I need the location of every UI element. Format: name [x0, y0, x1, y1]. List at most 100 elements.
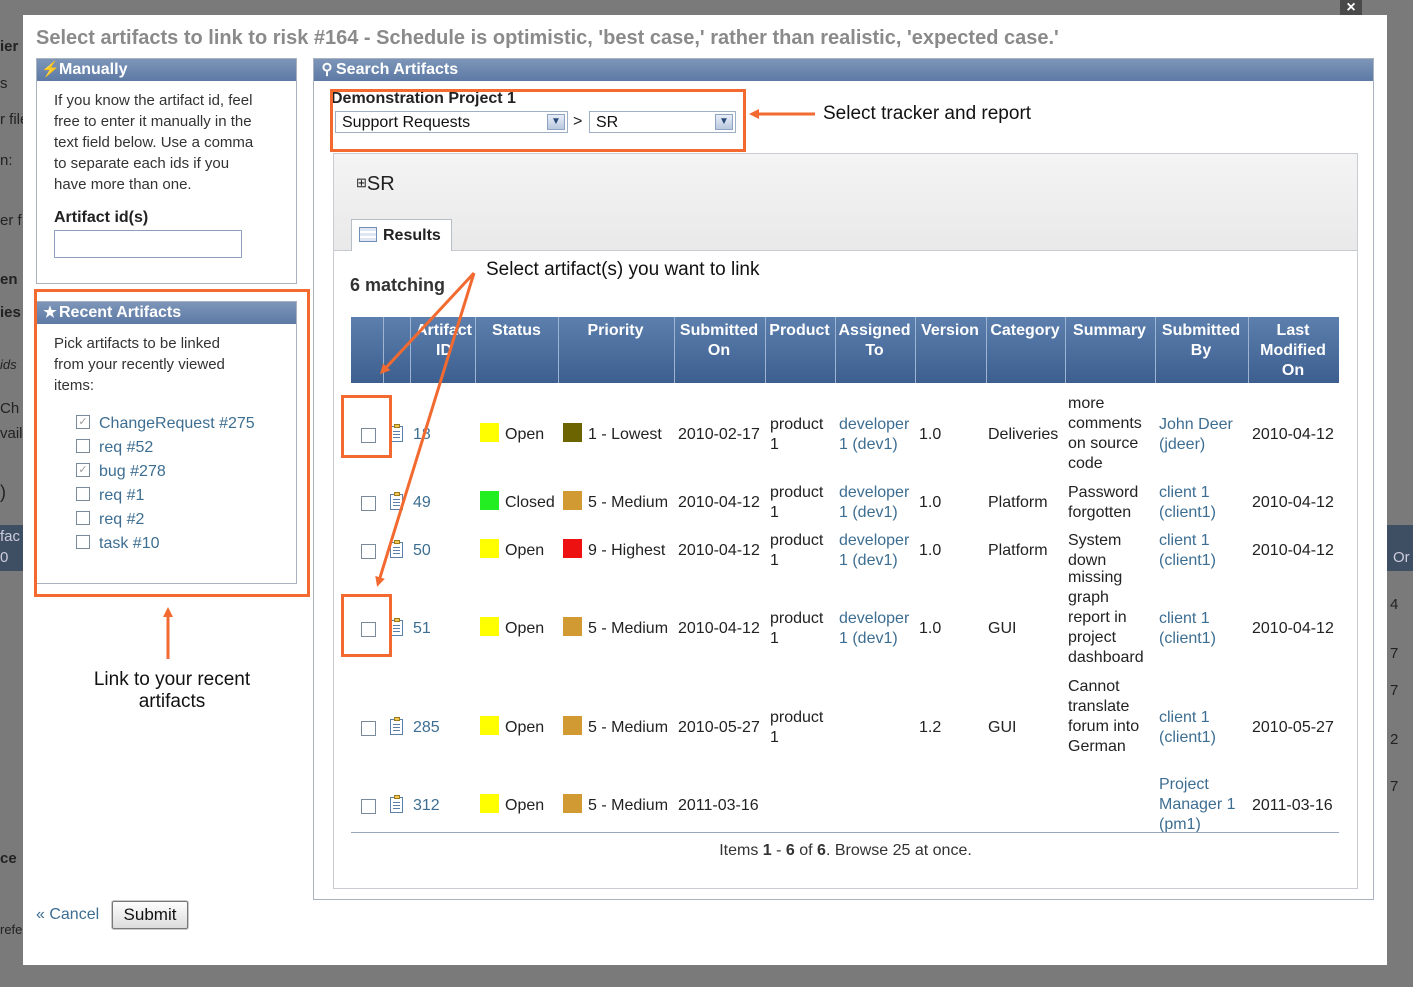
status-swatch: [480, 491, 499, 511]
row-checkbox[interactable]: [361, 496, 376, 511]
summary-line: on source: [1068, 435, 1139, 452]
bg-fragment: ids: [0, 357, 17, 372]
artifact-id-link[interactable]: 50: [413, 541, 431, 561]
submitted-by-link[interactable]: John Deer (jdeer): [1159, 415, 1233, 455]
status-cell: Open: [480, 617, 544, 639]
report-section-toggle[interactable]: ⊞SR: [356, 173, 395, 196]
tab-results[interactable]: Results: [351, 219, 452, 251]
artifact-ids-input[interactable]: [54, 230, 242, 258]
priority-swatch: [563, 617, 582, 637]
version: 1.0: [919, 426, 942, 443]
version: 1.2: [919, 719, 942, 736]
column-header[interactable]: Artifact ID: [414, 321, 474, 361]
submit-button[interactable]: Submit: [112, 901, 188, 929]
column-header[interactable]: Status: [477, 321, 556, 341]
table-bottom-rule: [351, 832, 1339, 833]
bg-fragment: vail: [0, 425, 23, 442]
submitted-by-link[interactable]: Project Manager 1 (pm1): [1159, 775, 1236, 835]
bg-fragment: refe: [0, 922, 23, 937]
bg-fragment: 7: [1390, 778, 1399, 795]
artifact-id-link[interactable]: 285: [413, 718, 440, 738]
artifact-ids-label: Artifact id(s): [54, 209, 149, 226]
status-swatch: [480, 539, 499, 559]
table-icon: [359, 227, 377, 243]
assigned-to-link[interactable]: developer 1 (dev1): [839, 415, 909, 455]
artifact-icon: [390, 717, 403, 735]
submitter-line: John Deer: [1159, 416, 1233, 433]
assigned-to-link[interactable]: developer 1 (dev1): [839, 531, 909, 571]
pager-text: Items: [719, 842, 763, 859]
artifact-id-link[interactable]: 312: [413, 796, 440, 816]
status-cell: Closed: [480, 491, 555, 513]
status-swatch: [480, 794, 499, 814]
manually-text-line: If you know the artifact id, feel: [54, 92, 253, 109]
artifact-id-link[interactable]: 51: [413, 619, 431, 639]
lightning-icon: ⚡: [41, 61, 60, 78]
header-divider: [765, 317, 766, 383]
report-section-bar: [334, 154, 1357, 251]
row-checkbox[interactable]: [361, 544, 376, 559]
bg-fragment: er f: [0, 212, 22, 229]
category: Deliveries: [988, 426, 1059, 443]
version: 1.0: [919, 494, 942, 511]
status-label: Open: [505, 719, 545, 736]
priority-label: 1 - Lowest: [588, 426, 662, 443]
pager: Items 1 - 6 of 6. Browse 25 at once.: [334, 842, 1357, 860]
column-header[interactable]: Last Modified On: [1249, 321, 1337, 381]
pager-text: of: [794, 842, 818, 859]
column-header[interactable]: Assigned To: [836, 321, 913, 361]
submitted-on: 2010-05-27: [678, 719, 760, 736]
bg-fragment: ies: [0, 304, 21, 321]
status-cell: Open: [480, 794, 544, 816]
submitter-line: client 1: [1159, 610, 1210, 627]
column-header[interactable]: Version: [916, 321, 984, 341]
bg-fragment: ce: [0, 850, 17, 867]
row-checkbox[interactable]: [361, 721, 376, 736]
manually-header-label: Manually: [59, 61, 128, 78]
cancel-link[interactable]: « Cancel: [36, 906, 99, 924]
artifact-id-link[interactable]: 18: [413, 425, 431, 445]
bg-fragment: 7: [1390, 682, 1399, 699]
submitted-on: 2010-04-12: [678, 494, 760, 511]
submitter-line: (client1): [1159, 552, 1216, 569]
row-checkbox-highlight: [341, 594, 392, 657]
submitted-by-link[interactable]: client 1 (client1): [1159, 708, 1216, 748]
status-cell: Open: [480, 539, 544, 561]
priority-cell: 5 - Medium: [563, 794, 669, 816]
column-header[interactable]: Product: [766, 321, 833, 341]
assigned-to-link[interactable]: developer 1 (dev1): [839, 483, 909, 523]
search-header-label: Search Artifacts: [336, 61, 459, 78]
summary-line: forum into: [1068, 718, 1140, 735]
priority-label: 5 - Medium: [588, 797, 669, 814]
submitter-line: Project: [1159, 776, 1209, 793]
column-header[interactable]: Summary: [1066, 321, 1153, 341]
summary-line: more: [1068, 395, 1105, 412]
pager-total: 6: [817, 842, 826, 859]
submitted-on: 2010-02-17: [678, 426, 760, 443]
manually-text-line: have more than one.: [54, 176, 192, 193]
product-line: 1: [770, 552, 779, 569]
dialog-title: Select artifacts to link to risk #164 - …: [36, 27, 1059, 49]
column-header[interactable]: Category: [987, 321, 1063, 341]
expand-icon: ⊞: [356, 175, 367, 190]
priority-label: 9 - Highest: [588, 542, 666, 559]
assigned-to-link[interactable]: developer 1 (dev1): [839, 609, 909, 649]
column-header[interactable]: Submitted By: [1156, 321, 1246, 361]
manually-text-line: to separate each ids if you: [54, 155, 230, 172]
column-header[interactable]: Submitted On: [675, 321, 763, 361]
priority-swatch: [563, 539, 582, 559]
row-checkbox[interactable]: [361, 799, 376, 814]
column-header[interactable]: Priority: [559, 321, 672, 341]
submitted-by-link[interactable]: client 1 (client1): [1159, 483, 1216, 523]
summary-cell: System down: [1068, 531, 1121, 571]
product-line: product: [770, 709, 824, 726]
assigned-line: 1 (dev1): [839, 630, 898, 647]
bg-fragment: ier: [0, 38, 19, 55]
product-line: product: [770, 484, 824, 501]
submitted-by-link[interactable]: client 1 (client1): [1159, 609, 1216, 649]
submitted-by-link[interactable]: client 1 (client1): [1159, 531, 1216, 571]
artifact-icon: [390, 492, 403, 510]
artifact-id-link[interactable]: 49: [413, 493, 431, 513]
version: 1.0: [919, 620, 942, 637]
close-dialog-button[interactable]: ×: [1340, 0, 1362, 16]
